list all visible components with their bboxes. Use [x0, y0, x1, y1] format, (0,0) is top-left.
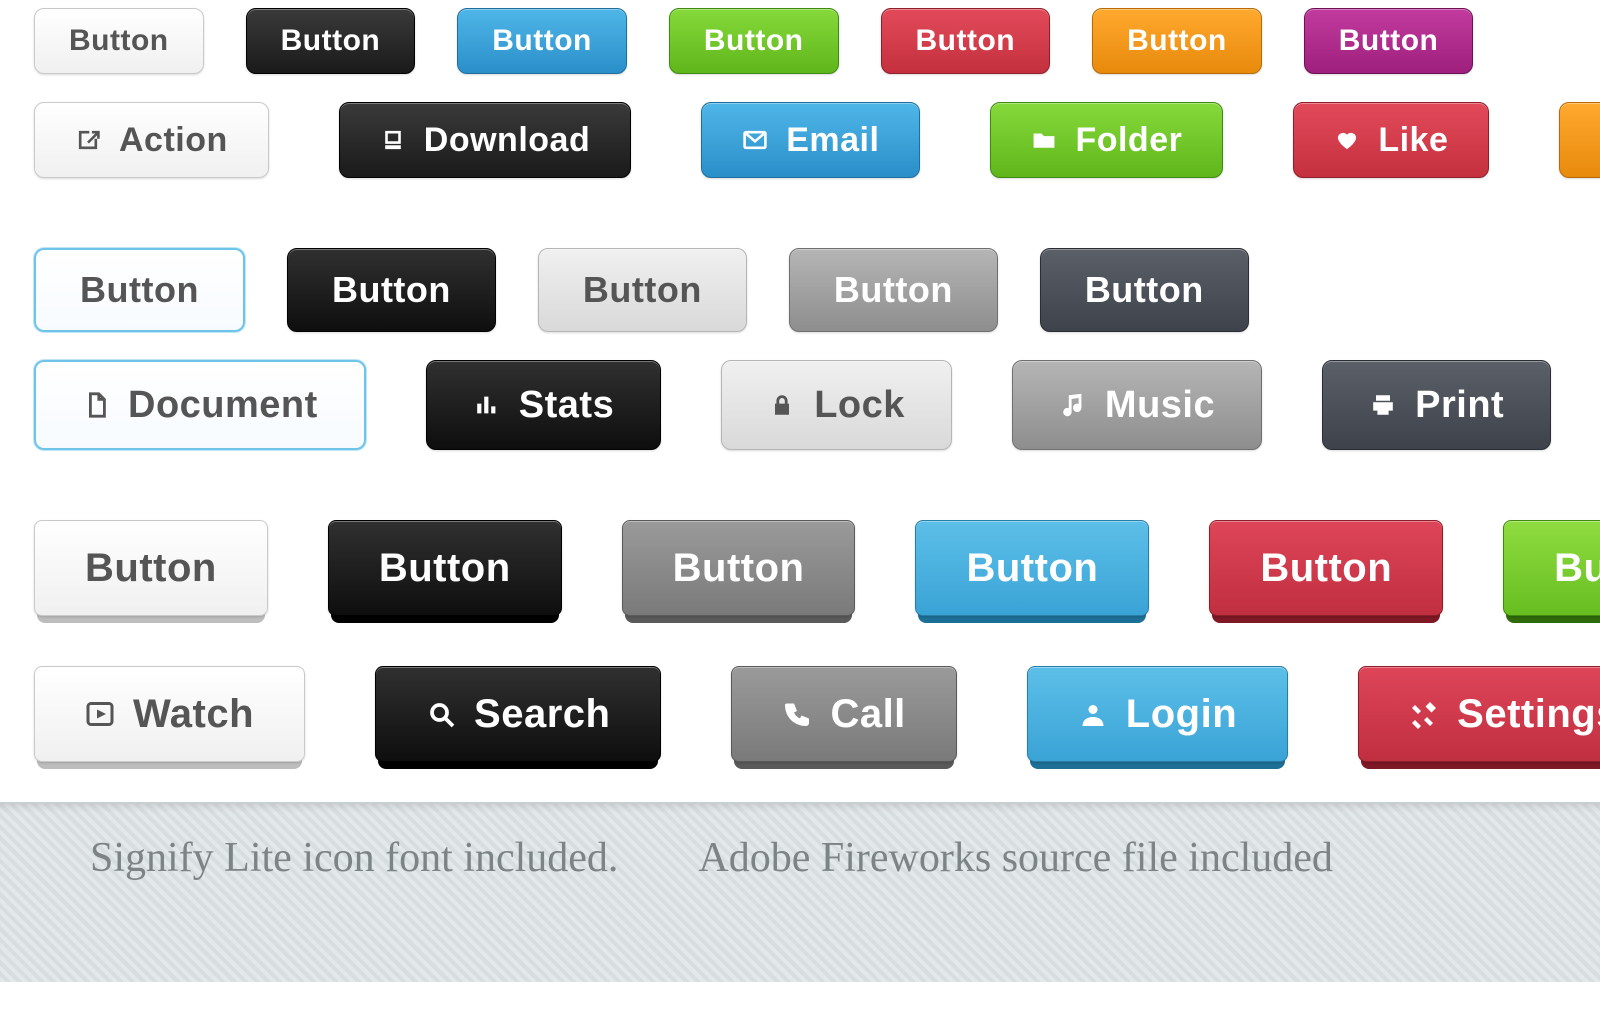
button-label: Button	[85, 546, 217, 591]
stats-icon	[473, 391, 501, 419]
button-label: Button	[69, 24, 169, 58]
lock-icon	[768, 391, 796, 419]
search-button[interactable]: Search	[375, 666, 661, 762]
button-label: Action	[119, 121, 228, 160]
external-icon	[75, 127, 101, 153]
email-button[interactable]: Email	[701, 102, 920, 178]
button-label: Button	[492, 24, 592, 58]
button-label: Button	[281, 24, 381, 58]
row-3: Button Button Button Button Button	[34, 248, 1600, 332]
music-button[interactable]: Music	[1012, 360, 1262, 450]
play-icon	[85, 699, 115, 729]
button-purple[interactable]: Button	[1304, 8, 1474, 74]
button-label: Watch	[133, 692, 254, 737]
button-blue[interactable]: Button	[457, 8, 627, 74]
button-red[interactable]: Button	[881, 8, 1051, 74]
document-button[interactable]: Document	[34, 360, 366, 450]
settings-button[interactable]: Settings	[1358, 666, 1600, 762]
row-5: Button Button Button Button Button Butto…	[34, 520, 1600, 616]
button-mdgray[interactable]: Button	[789, 248, 998, 332]
login-button[interactable]: Login	[1027, 666, 1288, 762]
stats-button[interactable]: Stats	[426, 360, 661, 450]
button-label: Button	[1085, 269, 1204, 311]
button-label: Email	[786, 121, 879, 160]
button-label: Button	[332, 269, 451, 311]
row-6: Watch Search Call Login Settings	[34, 666, 1600, 762]
button-label: Button	[1339, 24, 1439, 58]
heart-icon	[1334, 127, 1360, 153]
button-label: Button	[1554, 546, 1600, 591]
button-label: Button	[966, 546, 1098, 591]
print-icon	[1369, 391, 1397, 419]
button-label: Download	[424, 121, 590, 160]
button-label: Document	[128, 384, 318, 427]
button-label: Button	[1127, 24, 1227, 58]
search-icon	[426, 699, 456, 729]
button-label: Music	[1105, 384, 1215, 427]
folder-button[interactable]: Folder	[990, 102, 1223, 178]
music-icon	[1059, 391, 1087, 419]
button-black[interactable]: Button	[246, 8, 416, 74]
button-label: Button	[1260, 546, 1392, 591]
button-label: Button	[80, 269, 199, 311]
button-label: Button	[704, 24, 804, 58]
mail-icon	[742, 127, 768, 153]
row-2: Action Download Email Folder Like Collec…	[34, 102, 1600, 178]
button-label: Button	[834, 269, 953, 311]
button-green[interactable]: Button	[1503, 520, 1600, 616]
button-label: Print	[1415, 384, 1504, 427]
button-label: Button	[673, 546, 805, 591]
button-orange[interactable]: Button	[1092, 8, 1262, 74]
button-label: Lock	[814, 384, 905, 427]
folder-icon	[1031, 127, 1057, 153]
button-white[interactable]: Button	[34, 520, 268, 616]
button-white[interactable]: Button	[34, 8, 204, 74]
button-green[interactable]: Button	[669, 8, 839, 74]
document-icon	[82, 391, 110, 419]
button-showcase: Button Button Button Button Button Butto…	[0, 0, 1600, 762]
row-1: Button Button Button Button Button Butto…	[34, 8, 1600, 74]
button-label: Search	[474, 692, 610, 737]
button-dkgray[interactable]: Button	[1040, 248, 1249, 332]
print-button[interactable]: Print	[1322, 360, 1551, 450]
button-label: Call	[830, 692, 905, 737]
collection-button[interactable]: Collection	[1559, 102, 1600, 178]
phone-icon	[782, 699, 812, 729]
button-label: Stats	[519, 384, 614, 427]
button-blue[interactable]: Button	[915, 520, 1149, 616]
action-button[interactable]: Action	[34, 102, 269, 178]
button-label: Button	[379, 546, 511, 591]
download-button[interactable]: Download	[339, 102, 631, 178]
button-label: Login	[1126, 692, 1237, 737]
row-4: Document Stats Lock Music Print	[34, 360, 1600, 450]
footer-text-right: Adobe Fireworks source file included	[698, 834, 1333, 882]
call-button[interactable]: Call	[731, 666, 956, 762]
like-button[interactable]: Like	[1293, 102, 1489, 178]
button-label: Folder	[1075, 121, 1182, 160]
button-label: Settings	[1457, 692, 1600, 737]
button-label: Button	[916, 24, 1016, 58]
tools-icon	[1409, 699, 1439, 729]
button-label: Button	[583, 269, 702, 311]
download-icon	[380, 127, 406, 153]
button-black[interactable]: Button	[287, 248, 496, 332]
button-black[interactable]: Button	[328, 520, 562, 616]
button-gray[interactable]: Button	[622, 520, 856, 616]
footer-text-left: Signify Lite icon font included.	[90, 834, 618, 882]
user-icon	[1078, 699, 1108, 729]
button-ltgray[interactable]: Button	[538, 248, 747, 332]
button-outline[interactable]: Button	[34, 248, 245, 332]
watch-button[interactable]: Watch	[34, 666, 305, 762]
button-label: Like	[1378, 121, 1448, 160]
lock-button[interactable]: Lock	[721, 360, 952, 450]
button-red[interactable]: Button	[1209, 520, 1443, 616]
footer: Signify Lite icon font included. Adobe F…	[0, 802, 1600, 982]
